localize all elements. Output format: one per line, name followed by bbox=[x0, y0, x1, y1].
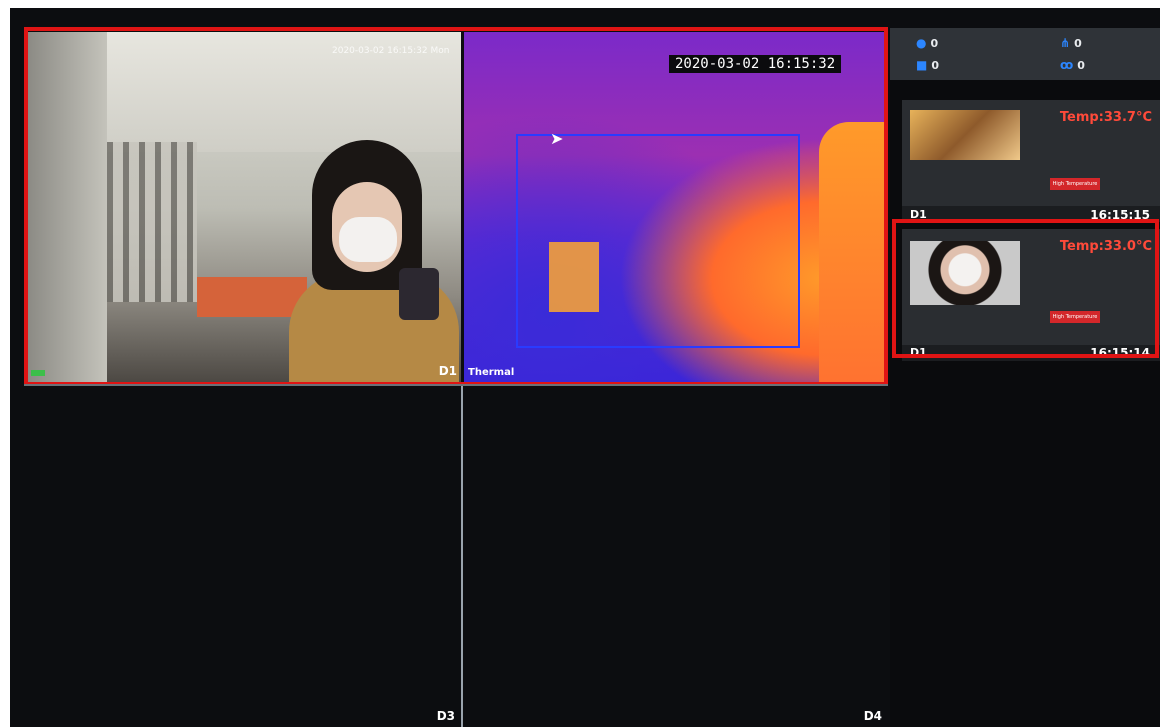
bike-count: 0 bbox=[1077, 58, 1085, 72]
stats-bar: ● 0 ■ 0 ⋔ 0 ꝏ 0 bbox=[890, 28, 1160, 80]
pedestrian-count: 0 bbox=[1074, 36, 1082, 50]
channel-label-d3: D3 bbox=[436, 709, 455, 723]
temperature-reading: Temp:33.7°C bbox=[1059, 110, 1152, 125]
alert-snapshot bbox=[910, 110, 1020, 160]
camera-view-d4[interactable]: D4 bbox=[463, 386, 888, 727]
highlight-frame bbox=[24, 27, 888, 386]
pedestrian-stat: ⋔ 0 bbox=[1060, 36, 1082, 50]
pedestrian-icon: ⋔ bbox=[1060, 36, 1071, 50]
car-count: 0 bbox=[931, 58, 939, 72]
car-stat: ■ 0 bbox=[916, 58, 939, 72]
camera-view-d3[interactable]: D3 bbox=[24, 386, 461, 727]
nvr-monitor: 2020-03-02 16:15:32 Mon D1 2020-03-02 16… bbox=[10, 8, 1160, 727]
person-count: 0 bbox=[930, 36, 939, 50]
channel-label-d4: D4 bbox=[863, 709, 882, 723]
high-temp-tag: High Temperature bbox=[1050, 178, 1100, 190]
alert-card[interactable]: Temp:33.7°C High Temperature D1 16:15:15 bbox=[902, 100, 1160, 222]
car-icon: ■ bbox=[916, 58, 928, 72]
bike-icon: ꝏ bbox=[1060, 58, 1074, 72]
highlight-frame bbox=[892, 219, 1159, 358]
person-icon: ● bbox=[916, 36, 927, 50]
person-stat: ● 0 bbox=[916, 36, 938, 50]
bike-stat: ꝏ 0 bbox=[1060, 58, 1085, 72]
alarm-panel: ● 0 ■ 0 ⋔ 0 ꝏ 0 Temp:33.7°C High Tempera… bbox=[890, 28, 1160, 727]
